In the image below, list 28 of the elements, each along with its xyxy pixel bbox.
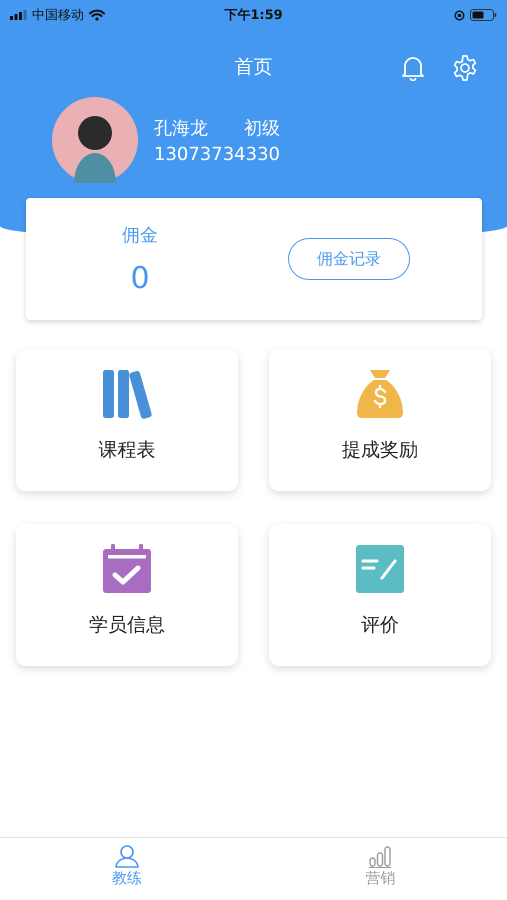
commission-label: 佣金 bbox=[122, 224, 158, 246]
settings-icon[interactable] bbox=[451, 54, 479, 82]
page-title: 首页 bbox=[234, 55, 272, 80]
edit-note-icon bbox=[355, 544, 405, 594]
carrier-name: 中国移动 bbox=[32, 7, 84, 24]
tile-label: 课程表 bbox=[98, 438, 156, 463]
tile-label: 学员信息 bbox=[89, 613, 165, 638]
status-time: 下午1:59 bbox=[224, 7, 283, 24]
books-icon bbox=[102, 369, 152, 419]
tile-label: 评价 bbox=[361, 613, 399, 638]
calendar-check-icon bbox=[102, 544, 152, 594]
signal-icon bbox=[10, 10, 27, 20]
menu-tile[interactable]: 提成奖励 bbox=[269, 349, 491, 491]
money-bag-icon bbox=[355, 369, 405, 419]
user-name: 孔海龙 bbox=[154, 116, 208, 140]
menu-tile[interactable]: 评价 bbox=[269, 524, 491, 666]
commission-amount: 0 bbox=[130, 260, 150, 296]
wifi-icon bbox=[89, 9, 105, 21]
bar-chart-icon bbox=[367, 844, 394, 868]
tile-label: 提成奖励 bbox=[342, 438, 418, 463]
rotation-lock-icon bbox=[454, 10, 465, 20]
menu-tile[interactable]: 学员信息 bbox=[16, 524, 238, 666]
person-icon bbox=[114, 844, 140, 868]
battery-icon bbox=[470, 9, 497, 21]
user-level: 初级 bbox=[244, 116, 280, 140]
bell-icon[interactable] bbox=[401, 55, 425, 81]
phone-number: 13073734330 bbox=[154, 144, 280, 164]
menu-tile[interactable]: 课程表 bbox=[16, 349, 238, 491]
